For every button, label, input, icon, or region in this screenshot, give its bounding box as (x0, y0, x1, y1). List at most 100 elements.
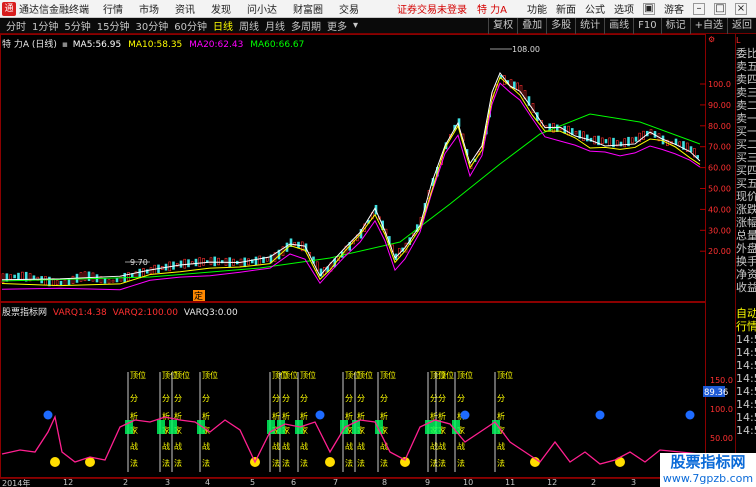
signal-label: 析 (162, 411, 170, 421)
quote-item: 14:5 (736, 398, 756, 411)
high-price-annotation: 108.00 (490, 45, 540, 54)
signal-label: 析 (380, 411, 388, 421)
price-tick-label: 80.00 (708, 122, 731, 131)
signal-label: 分 (380, 394, 388, 403)
candle (111, 279, 115, 283)
tool-huaxian[interactable]: 画线 (604, 18, 633, 34)
tool-diejia[interactable]: 叠加 (517, 18, 546, 34)
candle (567, 125, 570, 136)
menu-shichang[interactable]: 市场 (139, 1, 159, 16)
menu-gongneng[interactable]: 功能 (527, 1, 547, 16)
signal-dot-icon (685, 410, 695, 420)
quote-item: 卖二 (736, 99, 756, 112)
signal-label: 法 (174, 458, 182, 468)
current-stock-name: 特 力A (477, 5, 508, 16)
smiley-icon (50, 457, 60, 467)
period-monthly[interactable]: 月线 (265, 18, 285, 33)
candle (9, 274, 13, 280)
x-label: 2 (591, 478, 597, 487)
marker-label: 定 (194, 290, 203, 302)
period-fenshi[interactable]: 分时 (6, 18, 26, 33)
menu-gongshi[interactable]: 公式 (585, 1, 605, 16)
period-30min[interactable]: 30分钟 (135, 18, 168, 33)
candle (198, 257, 202, 267)
menu-zixun[interactable]: 资讯 (175, 1, 195, 16)
quote-item: 换手 (736, 255, 756, 268)
x-label: 2014年 (2, 479, 31, 487)
signal-label: 法 (282, 458, 290, 468)
x-label: 3 (631, 478, 637, 487)
kline-svg: 100.0 90.00 80.00 70.00 60.00 50.00 40.00 30.00… (1, 35, 731, 302)
signal-label: 顶位 (300, 370, 316, 380)
candle (71, 275, 75, 285)
period-more[interactable]: 更多 (327, 18, 347, 33)
signal-label: 战 (300, 441, 308, 451)
tool-tongji[interactable]: 统计 (575, 18, 604, 34)
candle (247, 258, 250, 266)
menu-wenxiaoda[interactable]: 问小达 (247, 1, 277, 16)
period-weekly[interactable]: 周线 (239, 18, 259, 33)
candle (179, 260, 183, 268)
tool-duogu[interactable]: 多股 (546, 18, 575, 34)
candle (115, 277, 119, 283)
candle (593, 135, 597, 145)
menu-xuanxiang[interactable]: 选项 (614, 1, 634, 16)
menu-jiaoyi[interactable]: 交易 (339, 1, 359, 16)
quote-item: 卖一 (736, 112, 756, 125)
quote-item: 自动 (736, 307, 756, 320)
tool-f10[interactable]: F10 (633, 18, 660, 34)
menu-xinmian[interactable]: 新面 (556, 1, 576, 16)
guest-label[interactable]: 游客 (664, 1, 684, 16)
period-60min[interactable]: 60分钟 (174, 18, 207, 33)
x-label: 5 (250, 478, 256, 487)
candle (604, 139, 608, 144)
price-tick-label: 30.00 (708, 226, 731, 235)
signal-bar (157, 420, 165, 434)
signal-label: 分 (282, 394, 290, 403)
signal-label: 分 (357, 394, 365, 403)
signal-label: 法 (380, 458, 388, 468)
login-notice[interactable]: 证券交易未登录 (397, 1, 467, 16)
candle (44, 276, 47, 286)
tool-zixuan[interactable]: +自选 (689, 18, 727, 34)
signal-label: 分 (438, 394, 446, 403)
tool-biaoji[interactable]: 标记 (660, 18, 690, 34)
candle (608, 137, 612, 147)
low-price-annotation: 9.70 (125, 258, 150, 267)
price-tick-label: 100.0 (708, 80, 731, 89)
signal-label: 分 (202, 394, 210, 403)
current-value-label: 89.36 (704, 388, 728, 398)
period-daily[interactable]: 日线 (213, 18, 233, 33)
signal-label: 分 (174, 394, 182, 403)
period-multi[interactable]: 多周期 (291, 18, 321, 33)
skin-icon[interactable]: ▣ (643, 2, 655, 15)
menu-hangqing[interactable]: 行情 (103, 1, 123, 16)
signal-label: 法 (430, 458, 438, 468)
signal-label: 析 (345, 411, 353, 421)
signal-label: 法 (300, 458, 308, 468)
candle (83, 271, 87, 282)
maximize-icon[interactable]: □ (714, 2, 726, 15)
quote-item: 14:5 (736, 385, 756, 398)
menu-faxian[interactable]: 发现 (211, 1, 231, 16)
more-dropdown-icon[interactable]: ▾ (353, 20, 358, 31)
tool-fuquan[interactable]: 复权 (488, 18, 517, 34)
x-label: 3 (165, 478, 171, 487)
signal-label: 析 (272, 411, 280, 421)
quote-item: 卖四 (736, 73, 756, 86)
candle (194, 258, 198, 267)
minimize-icon[interactable]: – (693, 2, 705, 15)
signal-label: 战 (174, 441, 182, 451)
tool-fanhui[interactable]: 返回 (727, 18, 756, 34)
period-5min[interactable]: 5分钟 (64, 18, 90, 33)
quote-item: 总量 (736, 229, 756, 242)
signal-label: 顶位 (497, 370, 513, 380)
candle (87, 271, 91, 281)
signal-bar (340, 420, 348, 434)
menu-caifuquan[interactable]: 财富圈 (293, 1, 323, 16)
signal-label: 法 (162, 458, 170, 468)
signal-label: 分 (457, 394, 465, 403)
close-icon[interactable]: × (735, 2, 747, 15)
period-1min[interactable]: 1分钟 (32, 18, 58, 33)
period-15min[interactable]: 15分钟 (97, 18, 130, 33)
